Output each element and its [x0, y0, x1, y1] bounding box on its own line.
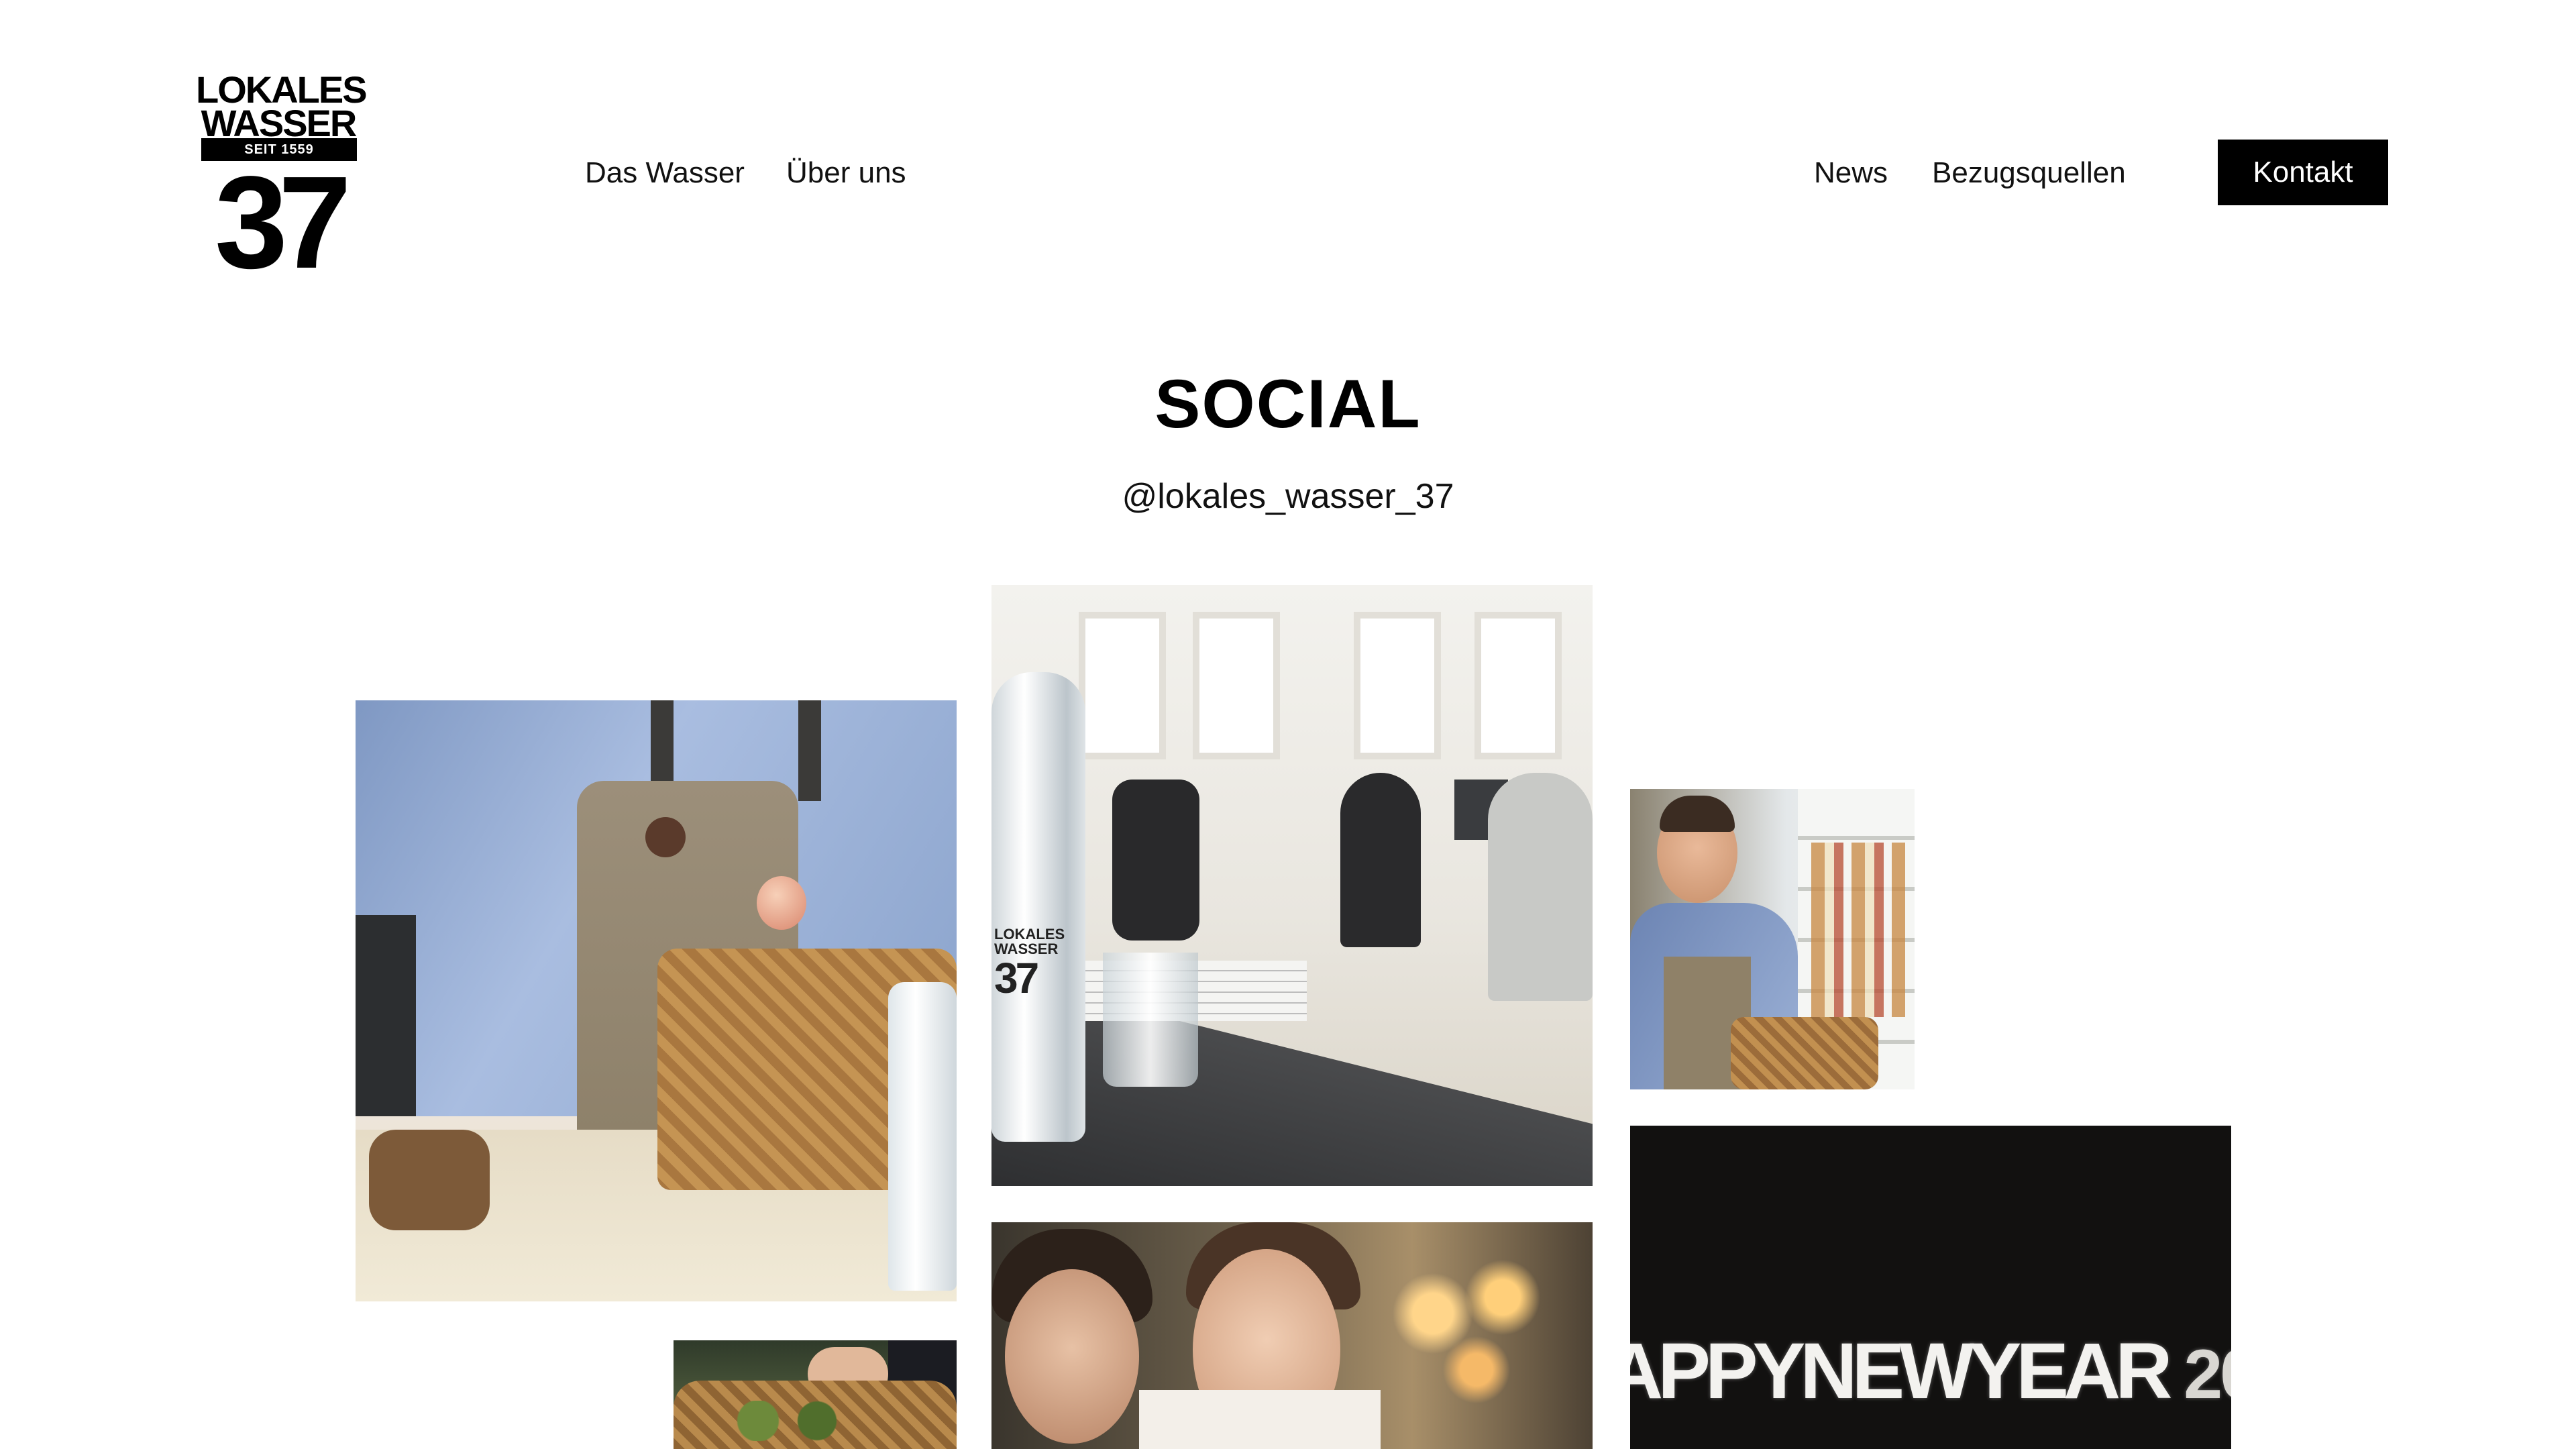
logo-line-2: WASSER: [201, 102, 358, 144]
new-year-year: 2020: [2184, 1336, 2231, 1413]
photo-register: [356, 915, 416, 1116]
social-photo-two-women[interactable]: [991, 1222, 1593, 1449]
social-photo-office-bottle[interactable]: LOKALES WASSER 37: [991, 585, 1593, 1186]
logo-number: 37: [214, 149, 352, 296]
social-photo-apron-basket[interactable]: [356, 700, 957, 1301]
photo-apron-badge: [645, 817, 686, 857]
photo-face: [1005, 1269, 1139, 1444]
photo-lights: [1381, 1249, 1555, 1410]
kontakt-button[interactable]: Kontakt: [2218, 140, 2388, 205]
social-photo-vegetable-basket[interactable]: [674, 1340, 957, 1449]
photo-vegetables: [714, 1401, 861, 1441]
photo-shirt: [1139, 1390, 1381, 1449]
bottle-label-number: 37: [994, 954, 1039, 1002]
section-title: SOCIAL: [1155, 366, 1421, 442]
photo-window: [1474, 612, 1562, 759]
new-year-text: APPYNEWYEAR: [1630, 1327, 2172, 1415]
bottle-label-line-1: LOKALES: [994, 926, 1065, 943]
photo-chair: [1112, 780, 1199, 941]
nav-link-bezugsquellen[interactable]: Bezugsquellen: [1932, 154, 2126, 192]
photo-basket: [1731, 1017, 1878, 1089]
photo-hair: [1660, 796, 1735, 832]
photo-water-bottle: [888, 982, 957, 1291]
social-photo-happy-new-year[interactable]: APPYNEWYEAR 2020: [1630, 1126, 2231, 1449]
nav-link-news[interactable]: News: [1814, 154, 1888, 192]
nav-link-ueber-uns[interactable]: Über uns: [786, 154, 906, 192]
brand-logo[interactable]: LOKALES WASSER SEIT 1559 37: [196, 71, 368, 288]
photo-bread: [369, 1130, 490, 1230]
photo-person: [1488, 773, 1593, 1001]
social-photo-shop-employee[interactable]: [1630, 789, 1915, 1089]
photo-apple: [757, 876, 806, 930]
nav-link-das-wasser[interactable]: Das Wasser: [585, 154, 745, 192]
photo-window: [1193, 612, 1280, 759]
photo-glass-bottle: LOKALES WASSER 37: [991, 672, 1085, 1142]
new-year-sign: APPYNEWYEAR 2020: [1630, 1326, 2231, 1417]
photo-person: [1340, 773, 1421, 947]
photo-glass: [1103, 953, 1198, 1087]
photo-shelf-items: [1811, 843, 1905, 1017]
photo-window: [1079, 612, 1166, 759]
bottle-label: LOKALES WASSER 37: [994, 926, 1065, 1008]
photo-apron-strap: [798, 700, 821, 801]
social-handle-link[interactable]: @lokales_wasser_37: [0, 475, 2576, 518]
photo-window: [1354, 612, 1441, 759]
